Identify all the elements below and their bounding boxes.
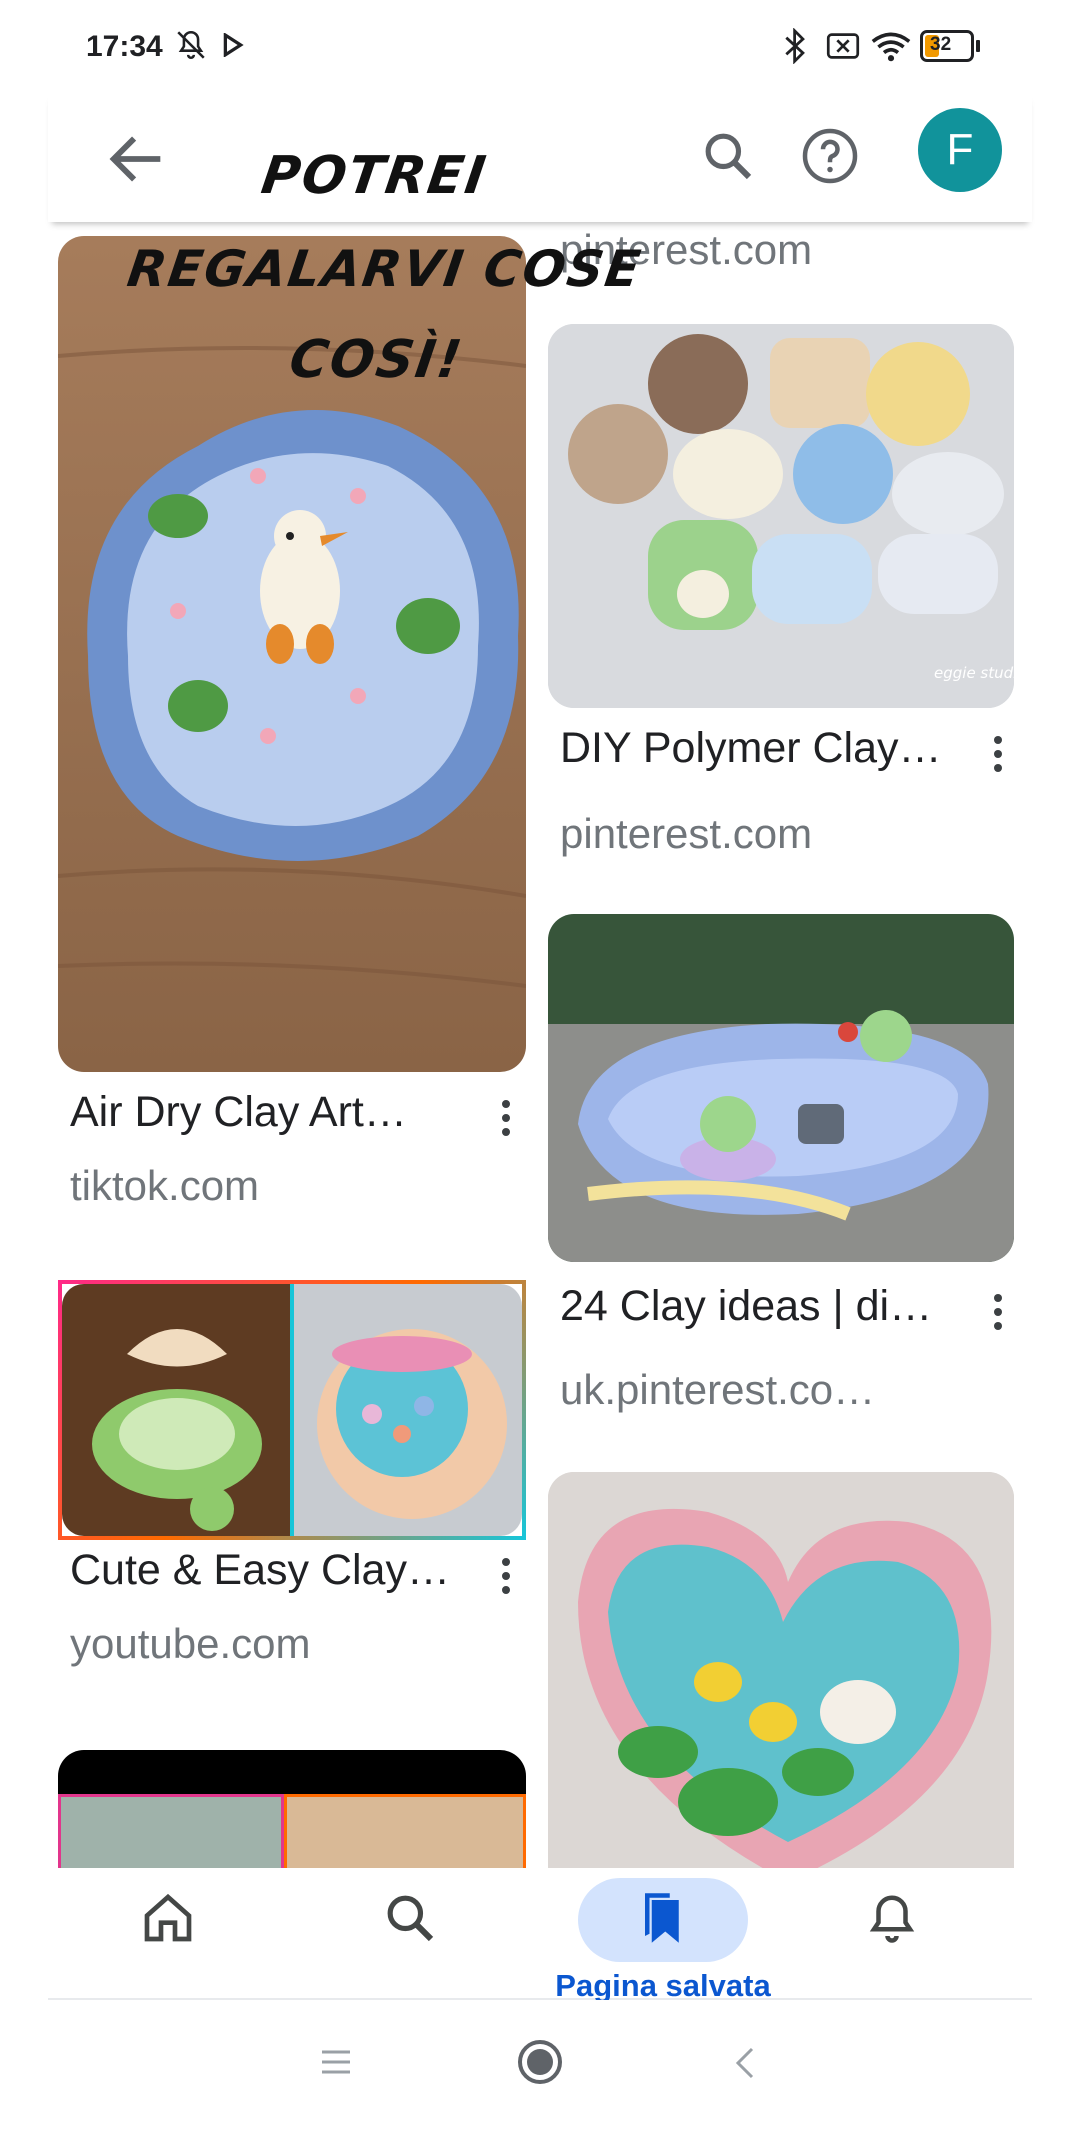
pin-watermark: eggie studio.: [934, 664, 1014, 682]
home-icon: [144, 1893, 192, 1942]
status-bar: 17:34 32: [0, 0, 1080, 92]
pin-image-partial[interactable]: [58, 1750, 526, 1868]
nav-home[interactable]: [88, 1878, 248, 1958]
pin-title[interactable]: Cute & Easy Clay…: [70, 1546, 450, 1595]
nav-saved[interactable]: [583, 1878, 743, 1958]
more-options-button[interactable]: [486, 1088, 526, 1148]
battery-icon: 32: [920, 30, 980, 62]
battery-level: 32: [930, 34, 952, 55]
nav-saved-label[interactable]: Pagina salvata: [548, 1968, 778, 2004]
overlay-text-line-2: REGALARVI COSE: [123, 240, 646, 298]
status-time: 17:34: [86, 30, 163, 63]
pin-source[interactable]: tiktok.com: [70, 1162, 259, 1210]
pin-source[interactable]: pinterest.com: [560, 810, 812, 858]
home-circle-icon[interactable]: [516, 2038, 564, 2086]
pin-source[interactable]: uk.pinterest.co…: [560, 1366, 875, 1414]
overlay-text-line-3: COSÌ!: [285, 330, 468, 390]
pin-title[interactable]: Air Dry Clay Art…: [70, 1088, 407, 1137]
avatar-letter: F: [946, 125, 974, 174]
bluetooth-icon: [785, 28, 805, 64]
bookmarks-icon: [645, 1893, 679, 1943]
pin-title[interactable]: 24 Clay ideas | di…: [560, 1282, 932, 1331]
bell-icon: [869, 1895, 915, 1943]
overlay-text-line-1: POTREI: [257, 146, 491, 206]
arrow-left-icon: [109, 136, 161, 182]
wifi-icon: [871, 32, 911, 62]
menu-icon[interactable]: [320, 2048, 352, 2076]
help-circle-icon: [802, 128, 858, 184]
more-options-button[interactable]: [486, 1546, 526, 1606]
system-navigation-bar: [0, 2000, 1080, 2131]
more-options-button[interactable]: [978, 1282, 1018, 1342]
search-button[interactable]: [690, 118, 766, 194]
search-icon: [387, 1895, 434, 1942]
play-icon: [223, 33, 244, 57]
search-icon: [705, 133, 752, 180]
pin-title[interactable]: DIY Polymer Clay…: [560, 724, 942, 773]
pin-source[interactable]: youtube.com: [70, 1620, 310, 1668]
saved-pins-feed[interactable]: Air Dry Clay Art… tiktok.com Cute & Easy…: [0, 222, 1080, 1868]
pin-image-heart-pond[interactable]: [548, 1472, 1014, 1868]
nav-search[interactable]: [330, 1878, 490, 1958]
pin-image-polymer-trays[interactable]: eggie studio.: [548, 324, 1014, 708]
bottom-navigation: Pagina salvata: [48, 1868, 1032, 2003]
back-chevron-icon[interactable]: [734, 2046, 756, 2080]
sim-off-icon: [826, 33, 860, 59]
pin-image-frog-tub[interactable]: [548, 914, 1014, 1262]
avatar[interactable]: F: [918, 108, 1002, 192]
top-app-bar: F: [48, 92, 1032, 222]
more-options-button[interactable]: [978, 724, 1018, 784]
back-button[interactable]: [102, 124, 172, 194]
help-button[interactable]: [792, 118, 868, 194]
pin-image-turtle-clay[interactable]: [58, 1280, 526, 1540]
nav-notifications[interactable]: [812, 1878, 972, 1958]
bell-off-icon: [177, 30, 205, 59]
